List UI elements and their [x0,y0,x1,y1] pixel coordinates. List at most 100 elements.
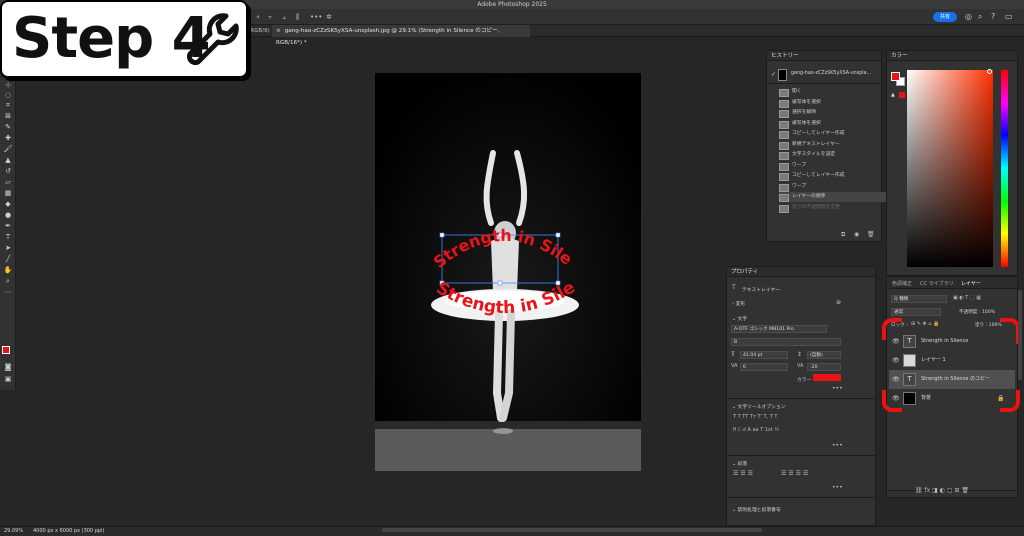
new-document-from-state-icon[interactable]: ⧉ [841,231,845,239]
frame-tool-icon[interactable]: ⊠ [3,111,13,121]
color-picker-cursor[interactable] [987,69,992,74]
paragraph-section[interactable]: ⌄ 段落 [732,460,747,467]
layer-name[interactable]: Strength in Silence のコピー [921,370,990,389]
share-button[interactable]: 共有 [933,12,957,22]
tracking-field[interactable]: -20 [807,363,841,371]
layer-name[interactable]: Strength in Silence [921,332,968,351]
discover-icon[interactable]: ◎ [965,12,972,21]
align-center-icon[interactable]: ⫟ [268,13,272,22]
tab-layers[interactable]: レイヤー [961,280,981,287]
healing-tool-icon[interactable]: ✚ [3,133,13,143]
more-options-icon[interactable]: ••• [832,442,843,449]
justification-section[interactable]: ⌄ 禁則処理と段落番号 [732,506,781,513]
camera-icon[interactable]: ◉ [854,231,859,238]
workspace-icon[interactable]: ▭ [1005,12,1013,21]
more-options-icon[interactable]: ••• [310,13,322,21]
eye-icon[interactable]: 👁 [892,351,900,370]
align-icons[interactable]: ☰ ☰ ☰ [733,470,753,477]
zoom-tool-icon[interactable]: ⌕ [3,276,13,286]
hue-slider[interactable] [1001,70,1008,267]
trash-icon[interactable]: 🗑 [867,231,875,238]
pen-tool-icon[interactable]: ✒ [3,221,13,231]
canvas-document[interactable]: Strength in Silence Strength in Silence [375,73,641,471]
gradient-tool-icon[interactable]: ▦ [3,188,13,198]
font-size-field[interactable]: 41.04 pt [740,351,788,359]
justify-icons[interactable]: ☰ ☰ ☰ ☰ [781,470,808,477]
layer-actions-icons[interactable]: ⛓ fx ◨ ◐ ▢ ⊞ 🗑 [915,487,969,494]
path-selection-tool-icon[interactable]: ➤ [3,243,13,253]
line-tool-icon[interactable]: ╱ [3,254,13,264]
dodge-tool-icon[interactable]: ● [3,210,13,220]
screen-mode-icon[interactable]: ▣ [3,374,13,384]
history-brush-tool-icon[interactable]: ↺ [3,166,13,176]
close-icon[interactable]: × [276,28,281,34]
type-style-icons[interactable]: T T TT Tт T' T, T T [733,414,777,420]
font-style-select[interactable]: B [731,338,841,346]
web-safe-swatch[interactable] [899,92,905,98]
vertical-scrollbar[interactable] [1018,290,1022,380]
history-item[interactable]: 文字スタイルを設定 [779,150,889,160]
layer-name[interactable]: 背景 [921,389,931,408]
stamp-tool-icon[interactable]: ▲ [3,155,13,165]
tab-document-1[interactable]: (RGB/8) [244,25,274,37]
history-item[interactable]: 被写体を選択 [779,98,889,108]
tab-adjustments[interactable]: 色調補正 [892,280,912,287]
history-item[interactable]: ワープ [779,161,889,171]
history-item[interactable]: 開く [779,87,889,97]
layer-row[interactable]: 👁 T Strength in Silence [889,332,1015,351]
quick-mask-icon[interactable]: ◙ [3,362,13,372]
history-item[interactable]: 新規テキストレイヤー [779,140,889,150]
tab-document-active[interactable]: × gang-hao-zCZzSK5yXSA-unsplash.jpg @ 29.… [272,25,530,46]
more-options-icon[interactable]: ••• [832,484,843,491]
help-icon[interactable]: ? [991,12,995,21]
foreground-color-swatch[interactable] [2,346,10,354]
history-item[interactable]: 被写体を選択 [779,119,889,129]
type-tool-icon[interactable]: T [3,232,13,242]
type-section[interactable]: ⌄ 文字 [732,315,747,322]
align-left-icon[interactable]: ⫞ [256,13,260,22]
kerning-field[interactable]: 0 [740,363,788,371]
type-options-section[interactable]: ⌄ 文字ツールオプション [732,403,786,410]
history-item[interactable]: コピーしてレイヤー作成 [779,171,889,181]
foreground-color-chip[interactable] [891,72,900,81]
crop-tool-icon[interactable]: ⌗ [3,100,13,110]
more-options-icon[interactable]: ••• [832,385,843,392]
lock-icons[interactable]: ⊞ ✎ ✥ ⌂ 🔒 [911,321,939,327]
more-tools-icon[interactable]: ⋯ [3,287,13,297]
leading-field[interactable]: (自動) [807,351,841,359]
blend-mode-select[interactable]: 通常 [891,308,941,316]
zoom-level[interactable]: 29.09% [4,528,23,534]
font-family-select[interactable]: A-OTF ゴシック MB101 Pro [731,325,827,333]
hand-tool-icon[interactable]: ✋ [3,265,13,275]
layer-row-selected[interactable]: 👁 T Strength in Silence のコピー [889,370,1015,389]
transform-section[interactable]: › 変形 [732,300,745,307]
layer-row[interactable]: 👁 背景 🔒 [889,389,1015,408]
eye-icon[interactable]: 👁 [892,370,900,389]
fill-field[interactable]: 塗り : 100% [975,322,1002,328]
history-item[interactable]: 塗りの不透明度を変更 [779,203,889,213]
search-icon[interactable]: ⌕ [978,12,982,22]
eraser-tool-icon[interactable]: ▱ [3,177,13,187]
filter-pixel-icon[interactable]: ▣ ◐ T ⬚ ▦ [953,295,981,301]
color-picker-field[interactable] [907,70,993,267]
horizontal-scrollbar[interactable] [382,528,762,532]
align-right-icon[interactable]: ⫠ [282,13,286,22]
blur-tool-icon[interactable]: ◆ [3,199,13,209]
gear-icon[interactable]: ✲ [326,13,332,21]
link-icon[interactable]: ⊕ [836,299,841,306]
snapshot-label[interactable]: gang-hao-zCZzSK5yXSA-unspla... [791,71,871,76]
document-info[interactable]: 4000 px x 6000 px (300 ppi) [33,528,104,534]
text-color-swatch[interactable] [813,374,841,381]
brush-tool-icon[interactable]: 🖌 [3,144,13,154]
move-tool-icon[interactable]: ⊹ [3,80,13,90]
history-item-selected[interactable]: レイヤーの順序 [779,192,889,202]
history-item[interactable]: ワープ [779,182,889,192]
lasso-tool-icon[interactable]: ◌ [3,90,13,100]
history-item[interactable]: 選択を解除 [779,108,889,118]
tab-cc-libraries[interactable]: CC ライブラリ [920,280,954,287]
layer-row[interactable]: 👁 レイヤー 1 [889,351,1015,370]
opacity-field[interactable]: 不透明度 : 100% [959,309,995,315]
layer-name[interactable]: レイヤー 1 [921,351,946,370]
distribute-icon[interactable]: ⫼ [296,13,299,22]
opentype-icons[interactable]: fi ℰ ⅆ A aa T 1st ½ [733,427,779,433]
